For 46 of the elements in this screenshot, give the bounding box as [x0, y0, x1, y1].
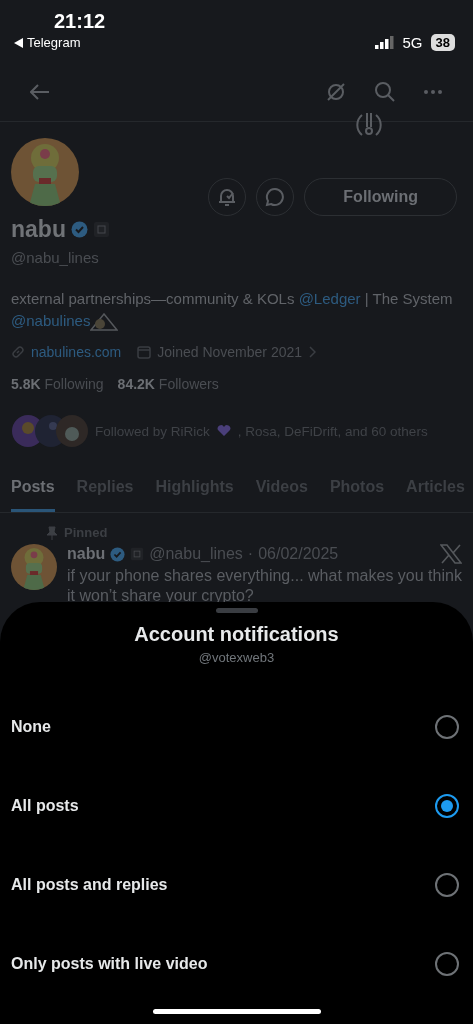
website-link[interactable]: nabulines.com [31, 344, 122, 360]
verified-badge-icon [110, 546, 126, 562]
post-author-name: nabu [67, 545, 106, 563]
mention-link[interactable]: @Ledger [298, 290, 361, 307]
radio-button[interactable] [435, 872, 459, 897]
affiliate-badge-icon [92, 221, 110, 238]
signal-icon [374, 35, 395, 49]
option-label: All posts [11, 796, 79, 815]
sheet-subtitle: @votexweb3 [197, 650, 276, 665]
back-arrow-icon[interactable] [30, 83, 50, 100]
radio-button[interactable] [435, 793, 459, 818]
sheet-title: Account notifications [133, 623, 340, 646]
search-icon[interactable] [374, 81, 395, 102]
separator-dot: · [247, 545, 254, 563]
bell-icon [217, 187, 238, 207]
notification-option[interactable]: All posts [0, 766, 473, 845]
profile-bio: external partnerships—community & KOLs @Ledger | The System @nabulines [11, 288, 462, 332]
heart-icon [215, 425, 232, 437]
profile-name: nabu [11, 216, 66, 243]
notification-option[interactable]: All posts and replies [0, 845, 473, 924]
option-label: None [11, 717, 51, 736]
radio-button[interactable] [435, 951, 459, 976]
grok-icon[interactable] [326, 81, 346, 102]
chat-bubble-icon [265, 187, 286, 207]
option-label: All posts and replies [11, 875, 168, 894]
network-label: 5G [402, 33, 423, 51]
sheet-handle[interactable] [215, 608, 258, 613]
mention-link[interactable]: @nabulines [11, 312, 91, 329]
clock-time: 21:12 [54, 10, 106, 33]
profile-tab[interactable]: Posts [11, 468, 55, 512]
option-label: Only posts with live video [11, 954, 208, 973]
notification-option[interactable]: Only posts with live video [0, 924, 473, 1003]
battery-level: 38 [430, 33, 455, 51]
more-icon[interactable] [423, 88, 443, 95]
link-icon [11, 345, 25, 359]
pin-icon [46, 525, 58, 540]
x-logo-icon [440, 544, 462, 564]
chevron-right-icon[interactable] [308, 346, 317, 358]
affiliate-badge-icon [130, 547, 145, 561]
calendar-icon [137, 345, 152, 359]
back-triangle-icon [14, 37, 23, 48]
back-to-app-link[interactable]: Telegram [14, 35, 81, 50]
verified-badge-icon [70, 221, 88, 238]
eye-triangle-icon [90, 313, 119, 332]
notification-option[interactable]: None [0, 687, 473, 766]
radio-button[interactable] [435, 714, 459, 739]
